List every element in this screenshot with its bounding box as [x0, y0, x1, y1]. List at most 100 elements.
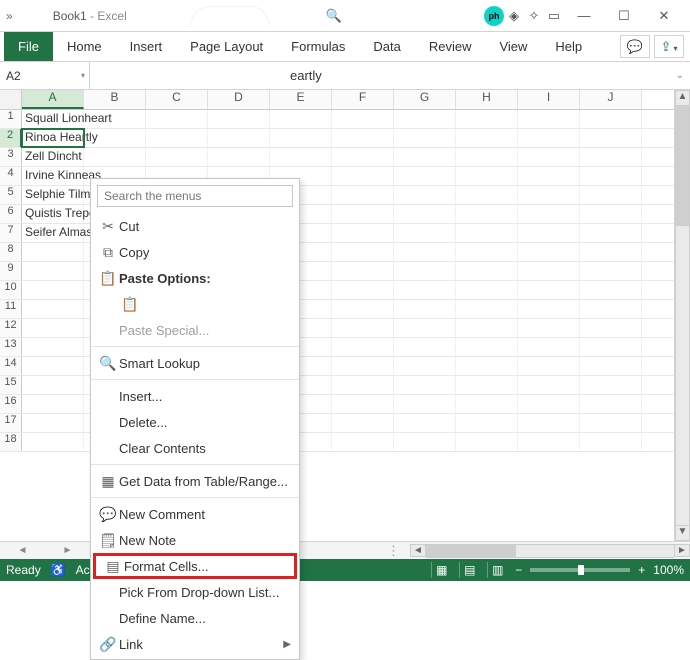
cell[interactable] — [208, 129, 270, 147]
cell[interactable] — [394, 148, 456, 166]
tips-icon[interactable]: ✧ — [524, 6, 544, 26]
minimize-button[interactable]: — — [564, 0, 604, 32]
column-header[interactable]: B — [84, 90, 146, 109]
cell[interactable] — [332, 205, 394, 223]
share-button[interactable]: ⇪ — [654, 35, 684, 58]
cell[interactable] — [394, 205, 456, 223]
cell[interactable] — [580, 148, 642, 166]
cell[interactable] — [580, 110, 642, 128]
cell[interactable] — [146, 148, 208, 166]
select-all-corner[interactable] — [0, 90, 22, 109]
row-header[interactable]: 17 — [0, 414, 22, 432]
cell[interactable] — [456, 338, 518, 356]
cell[interactable] — [518, 300, 580, 318]
scroll-up-icon[interactable]: ▲ — [675, 90, 690, 106]
tab-file[interactable]: File — [4, 32, 53, 61]
cell[interactable] — [394, 243, 456, 261]
cell[interactable] — [580, 338, 642, 356]
menu-get-data[interactable]: ▦Get Data from Table/Range... — [91, 468, 299, 494]
row-header[interactable]: 2 — [0, 129, 22, 147]
row-header[interactable]: 7 — [0, 224, 22, 242]
menu-clear-contents[interactable]: Clear Contents — [91, 435, 299, 461]
cell[interactable] — [394, 414, 456, 432]
cell[interactable] — [22, 433, 84, 451]
cell[interactable] — [580, 243, 642, 261]
cell[interactable] — [332, 281, 394, 299]
cell[interactable] — [580, 319, 642, 337]
tab-page-layout[interactable]: Page Layout — [176, 32, 277, 61]
tab-review[interactable]: Review — [415, 32, 486, 61]
zoom-slider[interactable] — [530, 568, 630, 572]
cell[interactable] — [394, 129, 456, 147]
cell[interactable] — [456, 414, 518, 432]
cell[interactable] — [332, 243, 394, 261]
cell[interactable] — [22, 357, 84, 375]
zoom-thumb[interactable] — [578, 565, 584, 575]
cell[interactable] — [518, 129, 580, 147]
cell[interactable]: Rinoa Heartly — [22, 129, 84, 147]
worksheet-grid[interactable]: ABCDEFGHIJ 1Squall Lionheart2Rinoa Heart… — [0, 90, 690, 560]
row-header[interactable]: 15 — [0, 376, 22, 394]
cell[interactable] — [332, 262, 394, 280]
cell[interactable] — [22, 281, 84, 299]
cell[interactable] — [22, 300, 84, 318]
sheet-nav[interactable]: ◄► — [0, 545, 90, 556]
diamond-icon[interactable]: ◈ — [504, 6, 524, 26]
cell[interactable] — [518, 186, 580, 204]
tab-view[interactable]: View — [485, 32, 541, 61]
row-header[interactable]: 9 — [0, 262, 22, 280]
cell[interactable] — [22, 262, 84, 280]
column-header[interactable]: F — [332, 90, 394, 109]
cell[interactable] — [332, 224, 394, 242]
cell[interactable]: Selphie Tilmitt — [22, 186, 84, 204]
cell[interactable] — [394, 433, 456, 451]
cell[interactable] — [332, 338, 394, 356]
cell[interactable] — [146, 129, 208, 147]
cell[interactable] — [456, 186, 518, 204]
column-header[interactable]: E — [270, 90, 332, 109]
cell[interactable] — [580, 262, 642, 280]
cell[interactable] — [332, 395, 394, 413]
menu-define-name[interactable]: Define Name... — [91, 605, 299, 631]
cell[interactable] — [146, 110, 208, 128]
hscroll-thumb[interactable] — [426, 545, 516, 557]
cell[interactable] — [456, 395, 518, 413]
vertical-scrollbar[interactable]: ▲ ▼ — [674, 90, 690, 541]
cell[interactable] — [394, 300, 456, 318]
cell[interactable] — [456, 243, 518, 261]
cell[interactable] — [580, 433, 642, 451]
cell[interactable]: Irvine Kinneas — [22, 167, 84, 185]
cell[interactable] — [580, 395, 642, 413]
cell[interactable] — [580, 167, 642, 185]
maximize-button[interactable]: ☐ — [604, 0, 644, 32]
menu-cut[interactable]: ✂Cut — [91, 213, 299, 239]
column-header[interactable]: H — [456, 90, 518, 109]
cell[interactable] — [332, 148, 394, 166]
cell[interactable] — [456, 262, 518, 280]
cell[interactable] — [518, 433, 580, 451]
scroll-down-icon[interactable]: ▼ — [675, 525, 690, 541]
row-header[interactable]: 8 — [0, 243, 22, 261]
menu-search-input[interactable]: Search the menus — [97, 185, 293, 207]
cell[interactable] — [394, 281, 456, 299]
close-button[interactable]: ✕ — [644, 0, 684, 32]
cell[interactable] — [580, 186, 642, 204]
cell[interactable] — [394, 357, 456, 375]
cell[interactable]: Zell Dincht — [22, 148, 84, 166]
scroll-left-icon[interactable]: ◄ — [410, 544, 426, 557]
cell[interactable] — [456, 433, 518, 451]
cell[interactable] — [22, 414, 84, 432]
accessibility-icon[interactable]: ♿ — [51, 563, 66, 577]
cell[interactable] — [394, 224, 456, 242]
cell[interactable] — [456, 319, 518, 337]
cell[interactable] — [456, 167, 518, 185]
search-icon[interactable]: 🔍 — [324, 6, 344, 26]
cell[interactable] — [580, 129, 642, 147]
row-header[interactable]: 14 — [0, 357, 22, 375]
cell[interactable] — [84, 129, 146, 147]
cell[interactable] — [84, 148, 146, 166]
cell[interactable] — [270, 110, 332, 128]
row-header[interactable]: 13 — [0, 338, 22, 356]
view-normal-icon[interactable]: ▦ — [431, 562, 451, 578]
comments-button[interactable]: 💬 — [620, 35, 650, 58]
